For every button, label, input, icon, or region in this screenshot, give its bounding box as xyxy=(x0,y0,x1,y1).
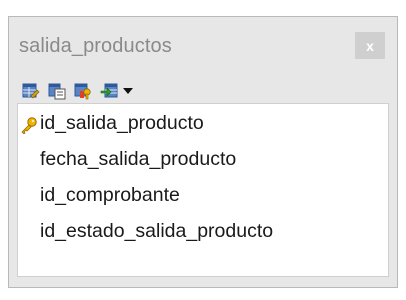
primary-key-icon xyxy=(21,117,37,134)
stage: salida_productos x id_salida_producto fe… xyxy=(0,0,406,300)
toolbar-dropdown-button[interactable] xyxy=(121,81,135,101)
close-button[interactable]: x xyxy=(355,32,385,59)
table-title[interactable]: salida_productos xyxy=(19,35,172,58)
table-box[interactable]: salida_productos x id_salida_producto fe… xyxy=(8,16,398,288)
field-row[interactable]: id_salida_producto xyxy=(40,112,204,135)
edit-table-icon xyxy=(22,83,40,99)
add-field-button[interactable] xyxy=(99,81,119,101)
table-properties-icon xyxy=(48,83,66,100)
close-icon: x xyxy=(366,37,374,54)
field-row[interactable]: id_comprobante xyxy=(40,184,180,207)
table-toolbar xyxy=(21,81,135,101)
keys-icon xyxy=(74,83,91,100)
add-field-icon xyxy=(100,83,118,98)
dropdown-arrow-icon xyxy=(123,88,133,94)
field-row[interactable]: id_estado_salida_producto xyxy=(40,220,273,243)
table-properties-button[interactable] xyxy=(47,81,67,101)
field-row[interactable]: fecha_salida_producto xyxy=(40,148,236,171)
edit-table-button[interactable] xyxy=(21,81,41,101)
field-list[interactable]: id_salida_producto fecha_salida_producto… xyxy=(17,103,389,277)
keys-button[interactable] xyxy=(73,81,93,101)
